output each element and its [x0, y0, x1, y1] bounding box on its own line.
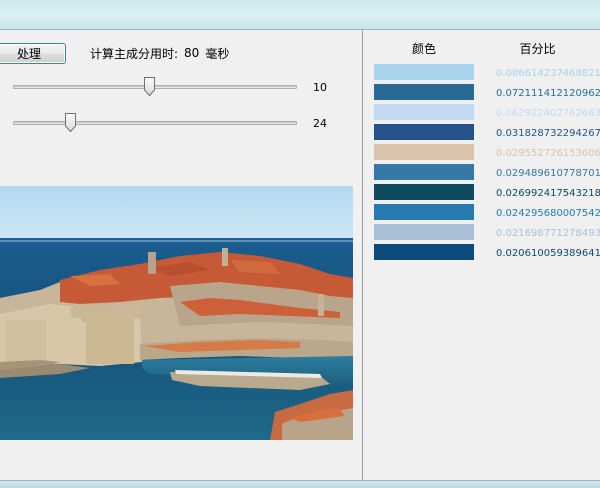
- palette-row: 0.0242956800075421: [374, 203, 600, 223]
- palette-row: 0.0866142374688219: [374, 63, 600, 83]
- palette-row: 0.0206100593896415: [374, 243, 600, 263]
- color-swatch: [374, 184, 474, 200]
- percent-value: 0.0295527261536063: [496, 147, 600, 159]
- color-swatch: [374, 244, 474, 260]
- percent-value: 0.029489610778701: [496, 167, 600, 179]
- palette-row: 0.0721114121209621: [374, 83, 600, 103]
- source-photo: [0, 186, 353, 440]
- percent-value: 0.0318287322942677: [496, 127, 600, 139]
- window-title-bar: [0, 0, 600, 30]
- color-count-value: 10: [313, 80, 327, 94]
- palette-row: 0.0269924175432187: [374, 183, 600, 203]
- percent-value: 0.0216987712784931: [496, 227, 600, 239]
- color-swatch: [374, 124, 474, 140]
- slider-thumb[interactable]: [65, 113, 76, 132]
- slider-track: [13, 85, 297, 89]
- color-swatch: [374, 104, 474, 120]
- color-swatch: [374, 84, 474, 100]
- percent-value: 0.0629224027626633: [496, 107, 600, 119]
- palette-row: 0.0216987712784931: [374, 223, 600, 243]
- palette-row: 0.0295527261536063: [374, 143, 600, 163]
- iteration-slider[interactable]: [13, 112, 297, 134]
- color-column-header: 颜色: [411, 41, 436, 56]
- color-swatch: [374, 164, 474, 180]
- color-swatch: [374, 64, 474, 80]
- iteration-value: 24: [313, 116, 327, 130]
- palette-panel: 颜色 百分比 0.0866142374688219 0.0721114121209…: [362, 30, 600, 480]
- color-swatch: [374, 224, 474, 240]
- elapsed-time-value: 80: [184, 46, 200, 60]
- elapsed-time-prefix: 计算主成分用时:: [90, 46, 179, 61]
- elapsed-time-label: 计算主成分用时: 80 毫秒: [90, 45, 229, 61]
- color-swatch: [374, 144, 474, 160]
- slider-track: [13, 121, 297, 125]
- window-bottom-edge: [0, 480, 600, 488]
- percent-value: 0.0269924175432187: [496, 187, 600, 199]
- palette-row: 0.0318287322942677: [374, 123, 600, 143]
- percent-value: 0.0721114121209621: [496, 87, 600, 99]
- elapsed-time-unit: 毫秒: [205, 46, 230, 61]
- color-swatch: [374, 204, 474, 220]
- palette-row: 0.029489610778701: [374, 163, 600, 183]
- slider-thumb[interactable]: [144, 77, 155, 96]
- percent-value: 0.0206100593896415: [496, 247, 600, 259]
- percent-value: 0.0242956800075421: [496, 207, 600, 219]
- process-button[interactable]: 处理: [0, 43, 66, 64]
- percent-value: 0.0866142374688219: [496, 67, 600, 79]
- palette-row: 0.0629224027626633: [374, 103, 600, 123]
- percent-column-header: 百分比: [519, 41, 556, 56]
- color-count-slider[interactable]: [13, 76, 297, 98]
